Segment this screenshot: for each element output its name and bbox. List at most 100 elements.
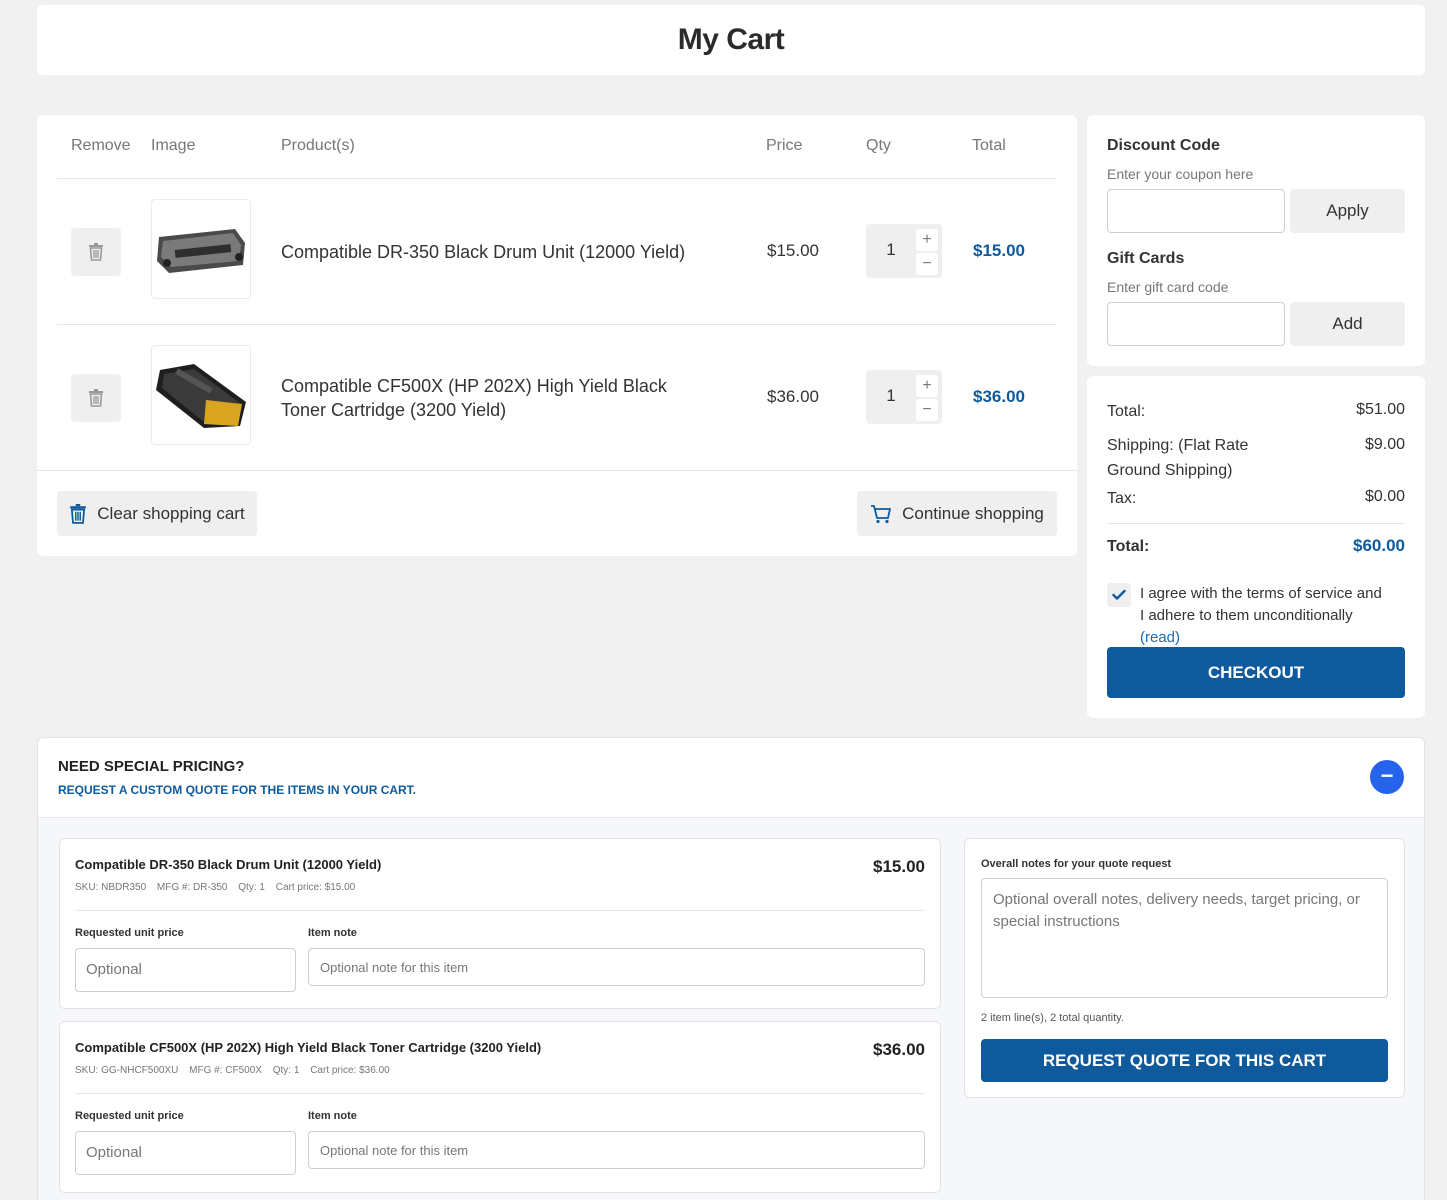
item-note-input[interactable]: Optional note for this item xyxy=(308,948,925,986)
subtotal-value: $51.00 xyxy=(1356,401,1405,418)
col-product: Product(s) xyxy=(281,137,355,154)
quote-notes-textarea[interactable]: Optional overall notes, delivery needs, … xyxy=(981,878,1388,998)
clear-cart-button[interactable]: Clear shopping cart xyxy=(57,491,257,536)
cart-table-header: Remove Image Product(s) Price Qty Total xyxy=(57,115,1057,179)
product-image[interactable] xyxy=(151,345,251,445)
coupon-input[interactable] xyxy=(1107,189,1285,233)
summary-shipping: Shipping: (Flat Rate Ground Shipping) $9… xyxy=(1107,433,1405,483)
col-price: Price xyxy=(766,137,803,154)
special-pricing-title: NEED SPECIAL PRICING? xyxy=(58,758,245,775)
summary-total: Total: $60.00 xyxy=(1107,536,1405,556)
quote-item-name: Compatible CF500X (HP 202X) High Yield B… xyxy=(75,1040,542,1055)
quote-item-cart-price: Cart price: $15.00 xyxy=(275,882,356,893)
page-header: My Cart xyxy=(37,5,1425,75)
unit-price-label: Requested unit price xyxy=(75,927,184,939)
quote-item-divider xyxy=(75,1093,925,1094)
item-note-input[interactable]: Optional note for this item xyxy=(308,1131,925,1169)
cart-icon xyxy=(871,504,892,523)
quantity-stepper: 1 + − xyxy=(866,224,942,278)
quote-item-count: 2 item line(s), 2 total quantity. xyxy=(981,1012,1124,1024)
item-note-label: Item note xyxy=(308,927,357,939)
checkmark-icon xyxy=(1112,589,1126,600)
total-value: $60.00 xyxy=(1353,536,1405,555)
product-name[interactable]: Compatible DR-350 Black Drum Unit (12000… xyxy=(281,240,711,264)
order-summary: Total: $51.00 Shipping: (Flat Rate Groun… xyxy=(1087,376,1425,718)
tax-value: $0.00 xyxy=(1364,488,1405,505)
quote-item-qty: Qty: 1 xyxy=(238,882,265,893)
summary-tax: Tax: $0.00 xyxy=(1107,488,1405,508)
increase-qty-button[interactable]: + xyxy=(916,229,938,251)
remove-item-button[interactable] xyxy=(71,228,121,276)
quote-item-meta: SKU: GG-NHCF500XU MFG #: CF500X Qty: 1 C… xyxy=(75,1065,398,1076)
product-name[interactable]: Compatible CF500X (HP 202X) High Yield B… xyxy=(281,374,711,422)
quote-item-divider xyxy=(75,910,925,911)
discount-hint: Enter your coupon here xyxy=(1107,166,1254,182)
collapse-toggle-button[interactable]: − xyxy=(1370,760,1404,794)
quote-item-mfg: MFG #: CF500X xyxy=(189,1065,262,1076)
apply-coupon-button[interactable]: Apply xyxy=(1290,189,1405,233)
quote-item: Compatible DR-350 Black Drum Unit (12000… xyxy=(59,838,941,1009)
quote-item-price: $36.00 xyxy=(873,1040,925,1059)
terms-label: I agree with the terms of service and I … xyxy=(1140,585,1382,624)
quote-item-mfg: MFG #: DR-350 xyxy=(156,882,228,893)
quantity-input[interactable]: 1 xyxy=(866,240,916,260)
increase-qty-button[interactable]: + xyxy=(916,375,938,397)
summary-subtotal: Total: $51.00 xyxy=(1107,401,1405,421)
col-qty: Qty xyxy=(866,137,891,154)
shipping-label: Shipping: (Flat Rate Ground Shipping) xyxy=(1107,437,1249,479)
unit-price-input[interactable]: Optional xyxy=(75,1131,296,1175)
request-quote-button[interactable]: REQUEST QUOTE FOR THIS CART xyxy=(981,1039,1388,1082)
terms-checkbox[interactable] xyxy=(1107,583,1131,607)
special-pricing-header[interactable]: NEED SPECIAL PRICING? REQUEST A CUSTOM Q… xyxy=(38,738,1424,818)
special-pricing-panel: NEED SPECIAL PRICING? REQUEST A CUSTOM Q… xyxy=(37,737,1425,1200)
trash-icon xyxy=(89,389,103,407)
unit-price-label: Requested unit price xyxy=(75,1110,184,1122)
quote-item-sku: SKU: GG-NHCF500XU xyxy=(75,1065,179,1076)
decrease-qty-button[interactable]: − xyxy=(916,399,938,421)
gift-cards-hint: Enter gift card code xyxy=(1107,279,1229,295)
unit-price-input[interactable]: Optional xyxy=(75,948,296,992)
gift-card-input[interactable] xyxy=(1107,302,1285,346)
line-total: $15.00 xyxy=(973,241,1025,260)
decrease-qty-button[interactable]: − xyxy=(916,253,938,275)
toner-cartridge-image xyxy=(156,364,246,428)
read-terms-link[interactable]: (read) xyxy=(1140,629,1180,646)
add-gift-card-button[interactable]: Add xyxy=(1290,302,1405,346)
quote-notes-panel: Overall notes for your quote request Opt… xyxy=(964,838,1405,1098)
special-pricing-subtitle: REQUEST A CUSTOM QUOTE FOR THE ITEMS IN … xyxy=(58,783,417,797)
cart-row: Compatible CF500X (HP 202X) High Yield B… xyxy=(57,325,1057,471)
trash-icon xyxy=(70,503,87,524)
drum-unit-image xyxy=(157,229,245,273)
item-note-label: Item note xyxy=(308,1110,357,1122)
col-image: Image xyxy=(151,137,196,154)
quote-item-cart-price: Cart price: $36.00 xyxy=(310,1065,390,1076)
shipping-value: $9.00 xyxy=(1364,436,1405,453)
quote-item: Compatible CF500X (HP 202X) High Yield B… xyxy=(59,1021,941,1193)
quantity-input[interactable]: 1 xyxy=(866,386,916,406)
trash-icon xyxy=(89,243,103,261)
gift-cards-title: Gift Cards xyxy=(1107,250,1185,267)
quote-item-qty: Qty: 1 xyxy=(272,1065,300,1076)
cart-row: Compatible DR-350 Black Drum Unit (12000… xyxy=(57,179,1057,325)
continue-shopping-button[interactable]: Continue shopping xyxy=(857,491,1057,536)
quote-item-price: $15.00 xyxy=(873,857,925,876)
checkout-button[interactable]: CHECKOUT xyxy=(1107,647,1405,698)
line-total: $36.00 xyxy=(973,387,1025,406)
summary-divider xyxy=(1107,523,1405,524)
quote-item-name: Compatible DR-350 Black Drum Unit (12000… xyxy=(75,857,382,872)
remove-item-button[interactable] xyxy=(71,374,121,422)
quote-notes-label: Overall notes for your quote request xyxy=(981,858,1172,870)
quote-item-meta: SKU: NBDR350 MFG #: DR-350 Qty: 1 Cart p… xyxy=(75,882,363,893)
col-total: Total xyxy=(972,137,1006,154)
quote-item-sku: SKU: NBDR350 xyxy=(75,882,147,893)
tax-label: Tax: xyxy=(1107,490,1137,507)
cart-table: Remove Image Product(s) Price Qty Total … xyxy=(37,115,1077,556)
total-label: Total: xyxy=(1107,538,1150,555)
terms-text: I agree with the terms of service and I … xyxy=(1140,583,1390,649)
product-price: $36.00 xyxy=(767,387,819,406)
product-image[interactable] xyxy=(151,199,251,299)
discount-panel: Discount Code Enter your coupon here App… xyxy=(1087,115,1425,366)
continue-shopping-label: Continue shopping xyxy=(902,503,1044,523)
col-remove: Remove xyxy=(71,137,131,154)
discount-title: Discount Code xyxy=(1107,137,1220,154)
